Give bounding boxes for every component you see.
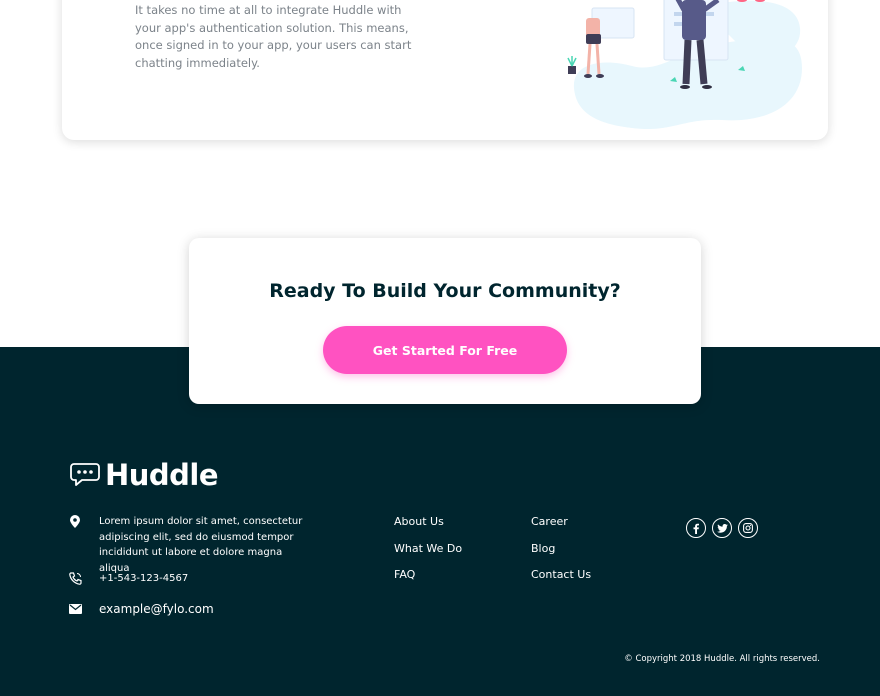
footer-link-blog[interactable]: Blog [531, 541, 591, 568]
cta-card: Ready To Build Your Community? Get Start… [189, 238, 701, 404]
facebook-icon[interactable] [686, 518, 706, 538]
feature-description: It takes no time at all to integrate Hud… [135, 3, 412, 71]
email-text[interactable]: example@fylo.com [99, 602, 214, 618]
instagram-icon[interactable] [738, 518, 758, 538]
twitter-icon[interactable] [712, 518, 732, 538]
footer-link-contact-us[interactable]: Contact Us [531, 567, 591, 594]
contact-email: example@fylo.com [68, 602, 214, 618]
footer-link-faq[interactable]: FAQ [394, 567, 462, 594]
footer-links-column-1: About Us What We Do FAQ [394, 514, 462, 594]
social-links [686, 518, 758, 538]
phone-text[interactable]: +1-543-123-4567 [99, 571, 188, 587]
copyright-text: © Copyright 2018 Huddle. All rights rese… [624, 654, 820, 664]
footer-brand[interactable]: Huddle [70, 458, 219, 492]
footer-link-career[interactable]: Career [531, 514, 591, 541]
feature-card: It takes no time at all to integrate Hud… [62, 0, 828, 140]
location-pin-icon [68, 514, 82, 528]
phone-icon [68, 571, 82, 585]
address-text: Lorem ipsum dolor sit amet, consectetur … [99, 516, 303, 574]
get-started-button[interactable]: Get Started For Free [323, 326, 567, 374]
footer-links-column-2: Career Blog Contact Us [531, 514, 591, 594]
chat-bubble-logo-icon [70, 463, 100, 486]
contact-address: Lorem ipsum dolor sit amet, consectetur … [68, 514, 314, 576]
community-illustration [567, 0, 802, 130]
cta-title: Ready To Build Your Community? [269, 280, 621, 302]
footer-link-about-us[interactable]: About Us [394, 514, 462, 541]
mail-icon [68, 602, 82, 616]
footer-link-what-we-do[interactable]: What We Do [394, 541, 462, 568]
contact-phone: +1-543-123-4567 [68, 571, 188, 587]
brand-name: Huddle [105, 458, 219, 492]
